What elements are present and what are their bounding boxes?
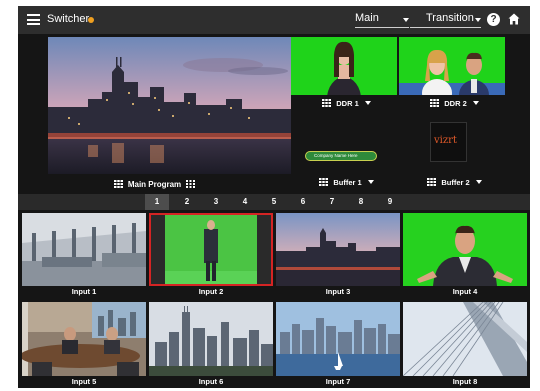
input-8-label: Input 8 [452,377,478,386]
input-7-preview[interactable] [276,302,400,376]
presenter-man-image [403,213,527,286]
hamburger-icon[interactable] [27,14,40,25]
page-tab-7[interactable]: 7 [320,194,344,210]
grid-icon [427,178,437,186]
program-label-text: Main Program [127,179,182,189]
chevron-down-icon [475,18,481,22]
input-6-label: Input 6 [198,377,224,386]
input-1-preview[interactable] [22,213,146,286]
page-tab-4[interactable]: 4 [233,194,257,210]
status-dot [88,17,94,23]
kids-presenters-image [399,49,505,95]
grid-icon [430,99,440,107]
page-tab-8[interactable]: 8 [349,194,373,210]
top-bar: Switcher Main Transition ? [18,6,530,34]
layout-select[interactable]: Main [355,12,409,28]
chevron-down-icon [403,18,409,22]
input-2-label: Input 2 [198,287,224,296]
page-tab-2[interactable]: 2 [175,194,199,210]
buffer1-label-text: Buffer 1 [333,177,362,187]
switcher-app: Switcher Main Transition ? Main Program … [18,6,530,388]
presenter-man-greenscreen-image [149,213,273,286]
presenter-woman-image [327,41,361,95]
grid-icon [319,178,329,186]
grid-icon[interactable] [113,180,123,188]
page-tab-3[interactable]: 3 [204,194,228,210]
city-skyline-image [48,37,291,174]
buffer2-label-text: Buffer 2 [441,177,470,187]
help-icon[interactable]: ? [487,13,500,26]
lower-third-text: Company Name Here [314,153,358,158]
input-1-label: Input 1 [71,287,97,296]
harbor-skyline-image [276,302,400,376]
chevron-down-icon [364,101,371,105]
settings-grid-icon[interactable] [186,180,196,188]
input-3-label: Input 3 [325,287,351,296]
page-tab-5[interactable]: 5 [262,194,286,210]
buffer2-preview[interactable]: vizrt [430,122,467,162]
home-icon[interactable] [508,13,520,25]
bridge-image [403,302,527,376]
input-5-preview[interactable] [22,302,146,376]
input-7-label: Input 7 [325,377,351,386]
input-4-label: Input 4 [452,287,478,296]
office-image [22,213,146,286]
input-3-preview[interactable] [276,213,400,286]
ddr2-label-text: DDR 2 [444,98,467,108]
program-label: Main Program [18,174,291,194]
transition-select-value: Transition [426,12,474,24]
input-5-label: Input 5 [71,377,97,386]
page-tabs: 1 2 3 4 5 6 7 8 9 [18,194,530,210]
app-title: Switcher [47,13,90,25]
input-6-preview[interactable] [149,302,273,376]
page-tab-1[interactable]: 1 [145,194,169,210]
meeting-room-image [22,302,146,376]
input-8-preview[interactable] [403,302,527,376]
vizrt-logo: vizrt [434,135,457,146]
program-preview[interactable] [48,37,291,174]
city-skyline-image [276,213,400,286]
input-4-preview[interactable] [403,213,527,286]
chevron-down-icon [367,180,374,184]
ddr2-preview[interactable] [399,37,505,95]
page-tab-6[interactable]: 6 [291,194,315,210]
ddr1-label-text: DDR 1 [336,98,359,108]
input-2-preview[interactable] [149,213,273,286]
ddr1-label[interactable]: DDR 1 [291,95,397,111]
lower-third-graphic: Company Name Here [305,151,377,161]
transition-select[interactable]: Transition [410,12,481,28]
chicago-skyline-image [149,302,273,376]
ddr2-label[interactable]: DDR 2 [399,95,505,111]
layout-select-value: Main [355,12,379,24]
chevron-down-icon [472,101,479,105]
page-tab-9[interactable]: 9 [378,194,402,210]
buffer2-label[interactable]: Buffer 2 [399,174,505,190]
ddr1-preview[interactable] [291,37,397,95]
chevron-down-icon [475,180,482,184]
grid-icon [322,99,332,107]
buffer1-label[interactable]: Buffer 1 [291,174,397,190]
buffer1-preview[interactable]: Company Name Here [301,144,383,168]
